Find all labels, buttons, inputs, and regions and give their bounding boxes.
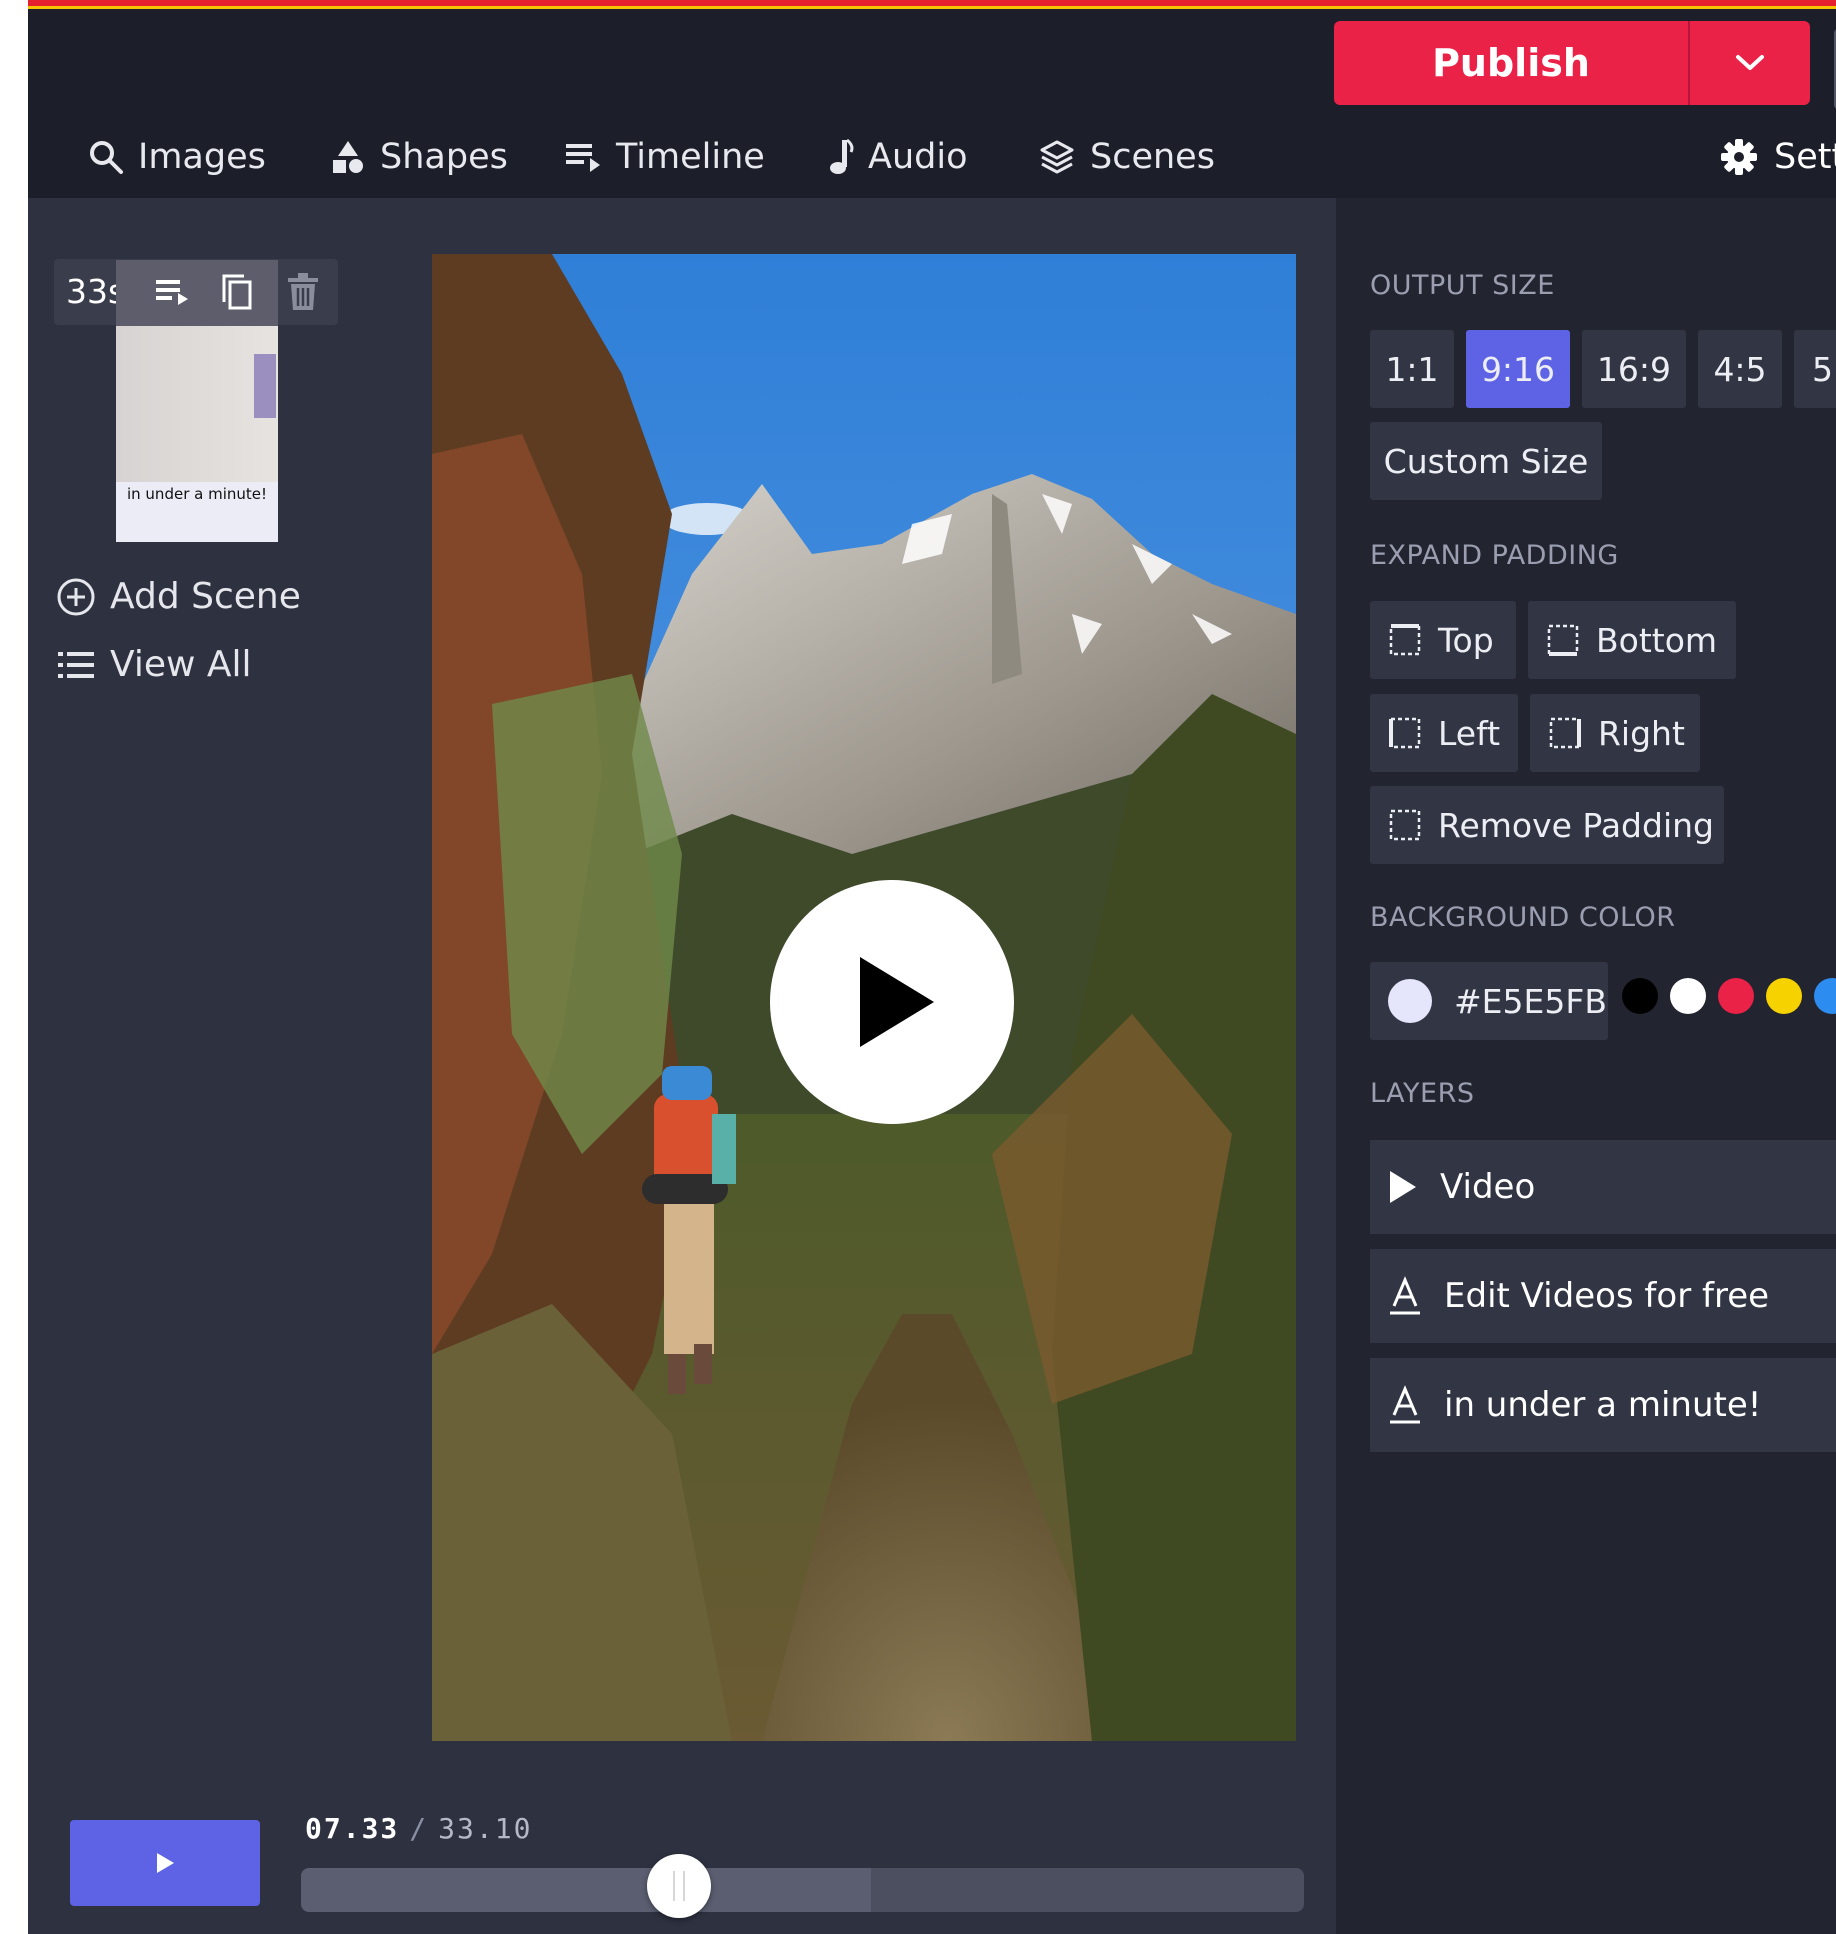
publish-label: Publish <box>1432 41 1590 85</box>
pad-left-icon <box>1389 717 1421 749</box>
publish-button[interactable]: Publish <box>1334 21 1810 105</box>
pad-bottom-button[interactable]: Bottom <box>1528 601 1736 679</box>
color-swatch-current <box>1388 979 1432 1023</box>
play-button[interactable] <box>70 1820 260 1906</box>
size-5-button[interactable]: 5 <box>1794 330 1836 408</box>
trash-icon[interactable] <box>286 272 320 312</box>
play-icon <box>1390 1171 1416 1203</box>
swatch-red[interactable] <box>1718 978 1754 1014</box>
nav-audio[interactable]: Audio <box>828 127 967 187</box>
layer-text-edit-videos[interactable]: Edit Videos for free <box>1370 1249 1836 1343</box>
pad-right-button[interactable]: Right <box>1530 694 1700 772</box>
view-all-button[interactable]: View All <box>56 644 252 685</box>
output-size-label: OUTPUT SIZE <box>1370 270 1555 301</box>
nav-scenes[interactable]: Scenes <box>1038 127 1215 187</box>
pad-left-button[interactable]: Left <box>1370 694 1518 772</box>
nav-images-label: Images <box>138 137 266 177</box>
swatch-black[interactable] <box>1622 978 1658 1014</box>
music-note-icon <box>830 138 854 174</box>
editor-canvas-area: 33s in under a minute! Add Scene View Al… <box>28 198 1336 1934</box>
timeline-icon[interactable] <box>154 274 194 310</box>
add-scene-label: Add Scene <box>110 576 301 617</box>
text-icon <box>1390 1385 1420 1424</box>
remove-padding-button[interactable]: Remove Padding <box>1370 786 1724 864</box>
shapes-icon <box>333 141 363 173</box>
seek-bar[interactable] <box>301 1868 1304 1912</box>
header-bar: Publish Images Shapes Timeline Audio Sce… <box>28 9 1836 198</box>
add-scene-button[interactable]: Add Scene <box>56 576 301 617</box>
settings-label: Sett <box>1774 137 1836 177</box>
remove-padding-icon <box>1389 809 1421 841</box>
nav-scenes-label: Scenes <box>1090 137 1215 177</box>
nav-audio-label: Audio <box>868 137 968 177</box>
size-16-9-button[interactable]: 16:9 <box>1582 330 1686 408</box>
layer-text-under-minute[interactable]: in under a minute! <box>1370 1358 1836 1452</box>
pad-top-icon <box>1389 624 1421 656</box>
preview-play-button[interactable] <box>770 880 1014 1124</box>
swatch-blue[interactable] <box>1814 978 1836 1014</box>
pad-right-icon <box>1549 717 1581 749</box>
nav-images[interactable]: Images <box>88 127 266 187</box>
duplicate-icon[interactable] <box>220 272 254 312</box>
total-time: 33.10 <box>438 1812 533 1845</box>
chevron-down-icon <box>1736 55 1764 70</box>
expand-padding-label: EXPAND PADDING <box>1370 540 1619 571</box>
play-icon <box>860 957 934 1047</box>
publish-dropdown-toggle[interactable] <box>1690 53 1810 73</box>
pad-top-button[interactable]: Top <box>1370 601 1516 679</box>
nav-timeline-label: Timeline <box>616 137 765 177</box>
editor-app: Publish Images Shapes Timeline Audio Sce… <box>28 0 1836 1934</box>
background-color-picker[interactable]: #E5E5FB <box>1370 962 1608 1040</box>
current-time: 07.33 <box>305 1812 400 1845</box>
browser-top-border <box>28 0 1836 9</box>
swatch-yellow[interactable] <box>1766 978 1802 1014</box>
nav-shapes-label: Shapes <box>380 137 508 177</box>
size-4-5-button[interactable]: 4:5 <box>1698 330 1782 408</box>
time-separator: / <box>409 1812 429 1845</box>
view-all-label: View All <box>110 644 252 685</box>
search-icon <box>90 141 123 174</box>
swatch-white[interactable] <box>1670 978 1706 1014</box>
settings-menu[interactable]: Sett <box>1720 127 1836 187</box>
settings-sidebar: OUTPUT SIZE 1:1 9:16 16:9 4:5 5 Custom S… <box>1336 198 1836 1934</box>
size-9-16-button[interactable]: 9:16 <box>1466 330 1570 408</box>
video-preview[interactable] <box>432 254 1296 1741</box>
layers-label: LAYERS <box>1370 1078 1475 1109</box>
size-1-1-button[interactable]: 1:1 <box>1370 330 1454 408</box>
plus-circle-icon <box>57 578 95 615</box>
timeline-icon <box>566 144 600 172</box>
nav-timeline[interactable]: Timeline <box>564 127 765 187</box>
gear-icon <box>1721 139 1757 175</box>
background-color-label: BACKGROUND COLOR <box>1370 902 1676 933</box>
time-display: 07.33 / 33.10 <box>305 1812 532 1845</box>
seek-bar-buffer <box>301 1868 871 1912</box>
text-icon <box>1390 1276 1420 1315</box>
custom-size-button[interactable]: Custom Size <box>1370 422 1602 500</box>
nav-shapes[interactable]: Shapes <box>330 127 508 187</box>
play-icon <box>157 1853 174 1873</box>
seek-handle[interactable] <box>647 1854 711 1918</box>
scene-thumbnail-caption: in under a minute! <box>116 482 278 542</box>
layer-video[interactable]: Video <box>1370 1140 1836 1234</box>
list-icon <box>58 651 94 678</box>
pad-bottom-icon <box>1547 624 1579 656</box>
layers-icon <box>1040 140 1074 174</box>
